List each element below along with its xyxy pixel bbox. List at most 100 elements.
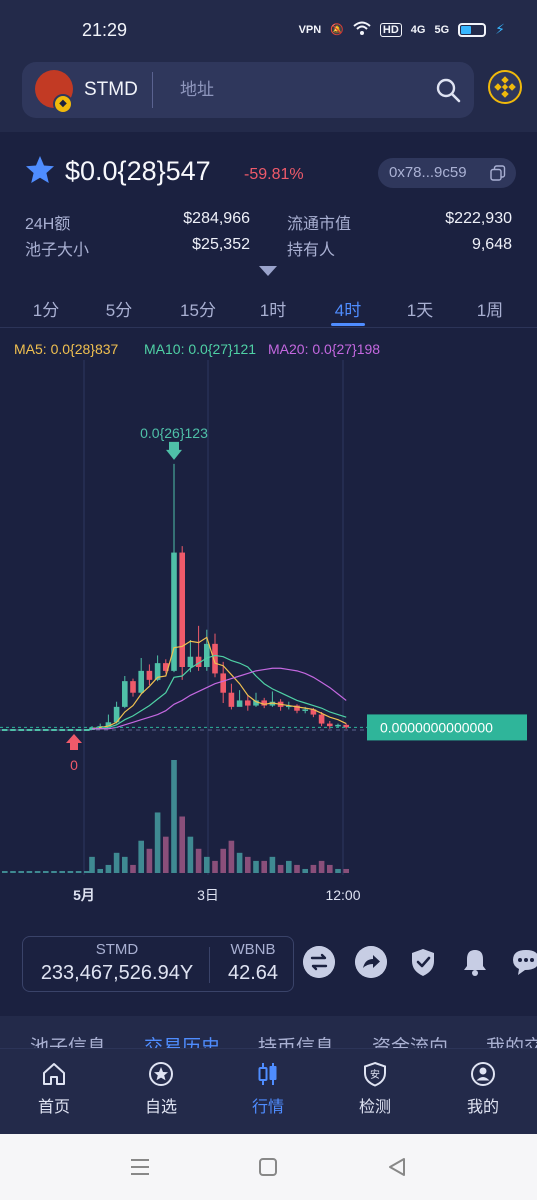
- candle-body: [228, 692, 235, 707]
- stat-label-volume: 24H额: [25, 216, 71, 233]
- x-tick-label: 3日: [197, 887, 219, 903]
- nav-label: 行情: [251, 1099, 284, 1116]
- star-circle-icon: [149, 1062, 173, 1086]
- tab-active-indicator: [331, 323, 365, 326]
- contract-address: 0x78...9c59: [389, 164, 467, 181]
- x-tick-label: 12:00: [325, 887, 360, 903]
- menu-icon[interactable]: [128, 1155, 152, 1179]
- stat-value-pool-size: $25,352: [192, 236, 250, 253]
- candle-body: [122, 681, 128, 707]
- ma10-legend: MA10: 0.0{27}121: [144, 341, 257, 357]
- home-icon: [43, 1063, 65, 1085]
- nav-home[interactable]: 首页: [19, 1061, 89, 1117]
- candle-body: [236, 700, 243, 707]
- contract-address-chip[interactable]: 0x78...9c59: [378, 158, 516, 188]
- candle-body: [204, 643, 210, 667]
- bottom-nav: 首页 自选 行情 安 检测 我的: [0, 1048, 537, 1134]
- flat-candle: [59, 729, 65, 731]
- tab-1d[interactable]: 1天: [390, 296, 450, 321]
- tab-5m[interactable]: 5分: [89, 296, 149, 321]
- stat-label-holders: 持有人: [287, 242, 336, 259]
- volume-bar: [220, 848, 226, 873]
- copy-icon[interactable]: [490, 165, 506, 181]
- pool-reserves-box: STMD 233,467,526.94Y WBNB 42.64: [22, 936, 294, 992]
- ma5-line: [91, 636, 347, 730]
- volume-bar: [84, 871, 90, 873]
- expand-stats-arrow-icon[interactable]: [259, 266, 277, 276]
- min-price-arrow-icon: [66, 734, 82, 750]
- nav-profile[interactable]: 我的: [448, 1061, 518, 1117]
- tab-1h[interactable]: 1时: [243, 296, 303, 321]
- volume-bar: [286, 860, 292, 873]
- volume-bar: [34, 871, 41, 873]
- kline-chart[interactable]: MA5: 0.0{28}837 MA10: 0.0{27}121 MA20: 0…: [0, 330, 537, 910]
- share-icon[interactable]: [355, 946, 387, 978]
- bnb-chain-icon[interactable]: [488, 70, 522, 104]
- home-square-icon[interactable]: [256, 1155, 280, 1179]
- nav-label: 我的: [466, 1099, 499, 1116]
- token-stats: 24H额 $284,966 流通市值 $222,930 池子大小 $25,352…: [0, 206, 537, 262]
- min-price-label: 0: [70, 757, 78, 773]
- volume-bar: [187, 836, 194, 873]
- price-row: $0.0{28}547 -59.81% 0x78...9c59: [0, 140, 537, 200]
- volume-bar: [261, 860, 267, 873]
- volume-bar: [327, 864, 333, 873]
- tab-1m[interactable]: 1分: [16, 296, 76, 321]
- volume-bar: [26, 871, 33, 873]
- nav-label: 首页: [37, 1099, 70, 1116]
- flat-candle: [10, 729, 16, 731]
- nav-watchlist[interactable]: 自选: [126, 1061, 196, 1117]
- hd-icon: HD: [379, 22, 402, 37]
- volume-bar: [105, 864, 112, 873]
- nav-detect[interactable]: 安 检测: [340, 1061, 410, 1117]
- volume-bar: [113, 852, 120, 873]
- favorite-star-icon[interactable]: [24, 154, 56, 186]
- search-bar[interactable]: ◆ STMD: [22, 62, 474, 118]
- volume-bar: [212, 860, 218, 873]
- header: ◆ STMD: [0, 52, 537, 132]
- token-price: $0.0{28}547: [65, 156, 211, 186]
- svg-text:安: 安: [370, 1068, 380, 1081]
- volume-bar: [122, 856, 128, 873]
- search-icon[interactable]: [435, 77, 461, 103]
- x-tick-label: 5月: [73, 887, 95, 903]
- swap-icon[interactable]: [303, 946, 335, 978]
- bell-icon[interactable]: [459, 946, 491, 978]
- candle-body: [335, 724, 341, 727]
- reserve-right-symbol: WBNB: [230, 941, 276, 958]
- volume-bar: [335, 868, 341, 873]
- volume-bar: [171, 760, 177, 873]
- volume-bar: [18, 871, 24, 873]
- nav-market[interactable]: 行情: [233, 1061, 303, 1117]
- search-input[interactable]: [180, 74, 420, 106]
- user-icon: [471, 1062, 495, 1086]
- volume-bar: [195, 848, 202, 873]
- shield-detect-icon: 安: [364, 1061, 386, 1087]
- bnb-chain-badge-icon: ◆: [53, 94, 73, 114]
- volume-bar: [75, 871, 82, 873]
- candle-body: [146, 670, 153, 680]
- volume-bar: [228, 840, 235, 873]
- back-icon[interactable]: [385, 1155, 409, 1179]
- price-change: -59.81%: [244, 166, 304, 183]
- flat-candle: [75, 729, 82, 731]
- flat-candle: [26, 729, 33, 731]
- volume-bar: [130, 864, 136, 873]
- chat-icon[interactable]: [510, 946, 537, 978]
- interval-tabs: 1分 5分 15分 1时 4时 1天 1周: [0, 286, 537, 328]
- status-bar: 21:29 VPN 🔕 HD 4G 5G ⚡: [0, 0, 537, 60]
- volume-bar: [154, 812, 161, 873]
- tab-4h[interactable]: 4时: [318, 296, 378, 321]
- chart-canvas[interactable]: 0.0{26}123 0 0.0000000000000 5月 3日 12:00: [0, 330, 537, 910]
- candle-body: [130, 681, 136, 693]
- reserve-left-amount: 233,467,526.94Y: [40, 962, 194, 984]
- volume-bar: [51, 871, 57, 873]
- candle-body: [302, 709, 308, 711]
- flat-candle: [51, 729, 57, 731]
- shield-check-icon[interactable]: [407, 946, 439, 978]
- volume-bar: [138, 840, 144, 873]
- tab-1w[interactable]: 1周: [460, 296, 520, 321]
- stat-value-volume: $284,966: [183, 210, 250, 227]
- tab-15m[interactable]: 15分: [168, 296, 228, 321]
- volume-bar: [146, 848, 153, 873]
